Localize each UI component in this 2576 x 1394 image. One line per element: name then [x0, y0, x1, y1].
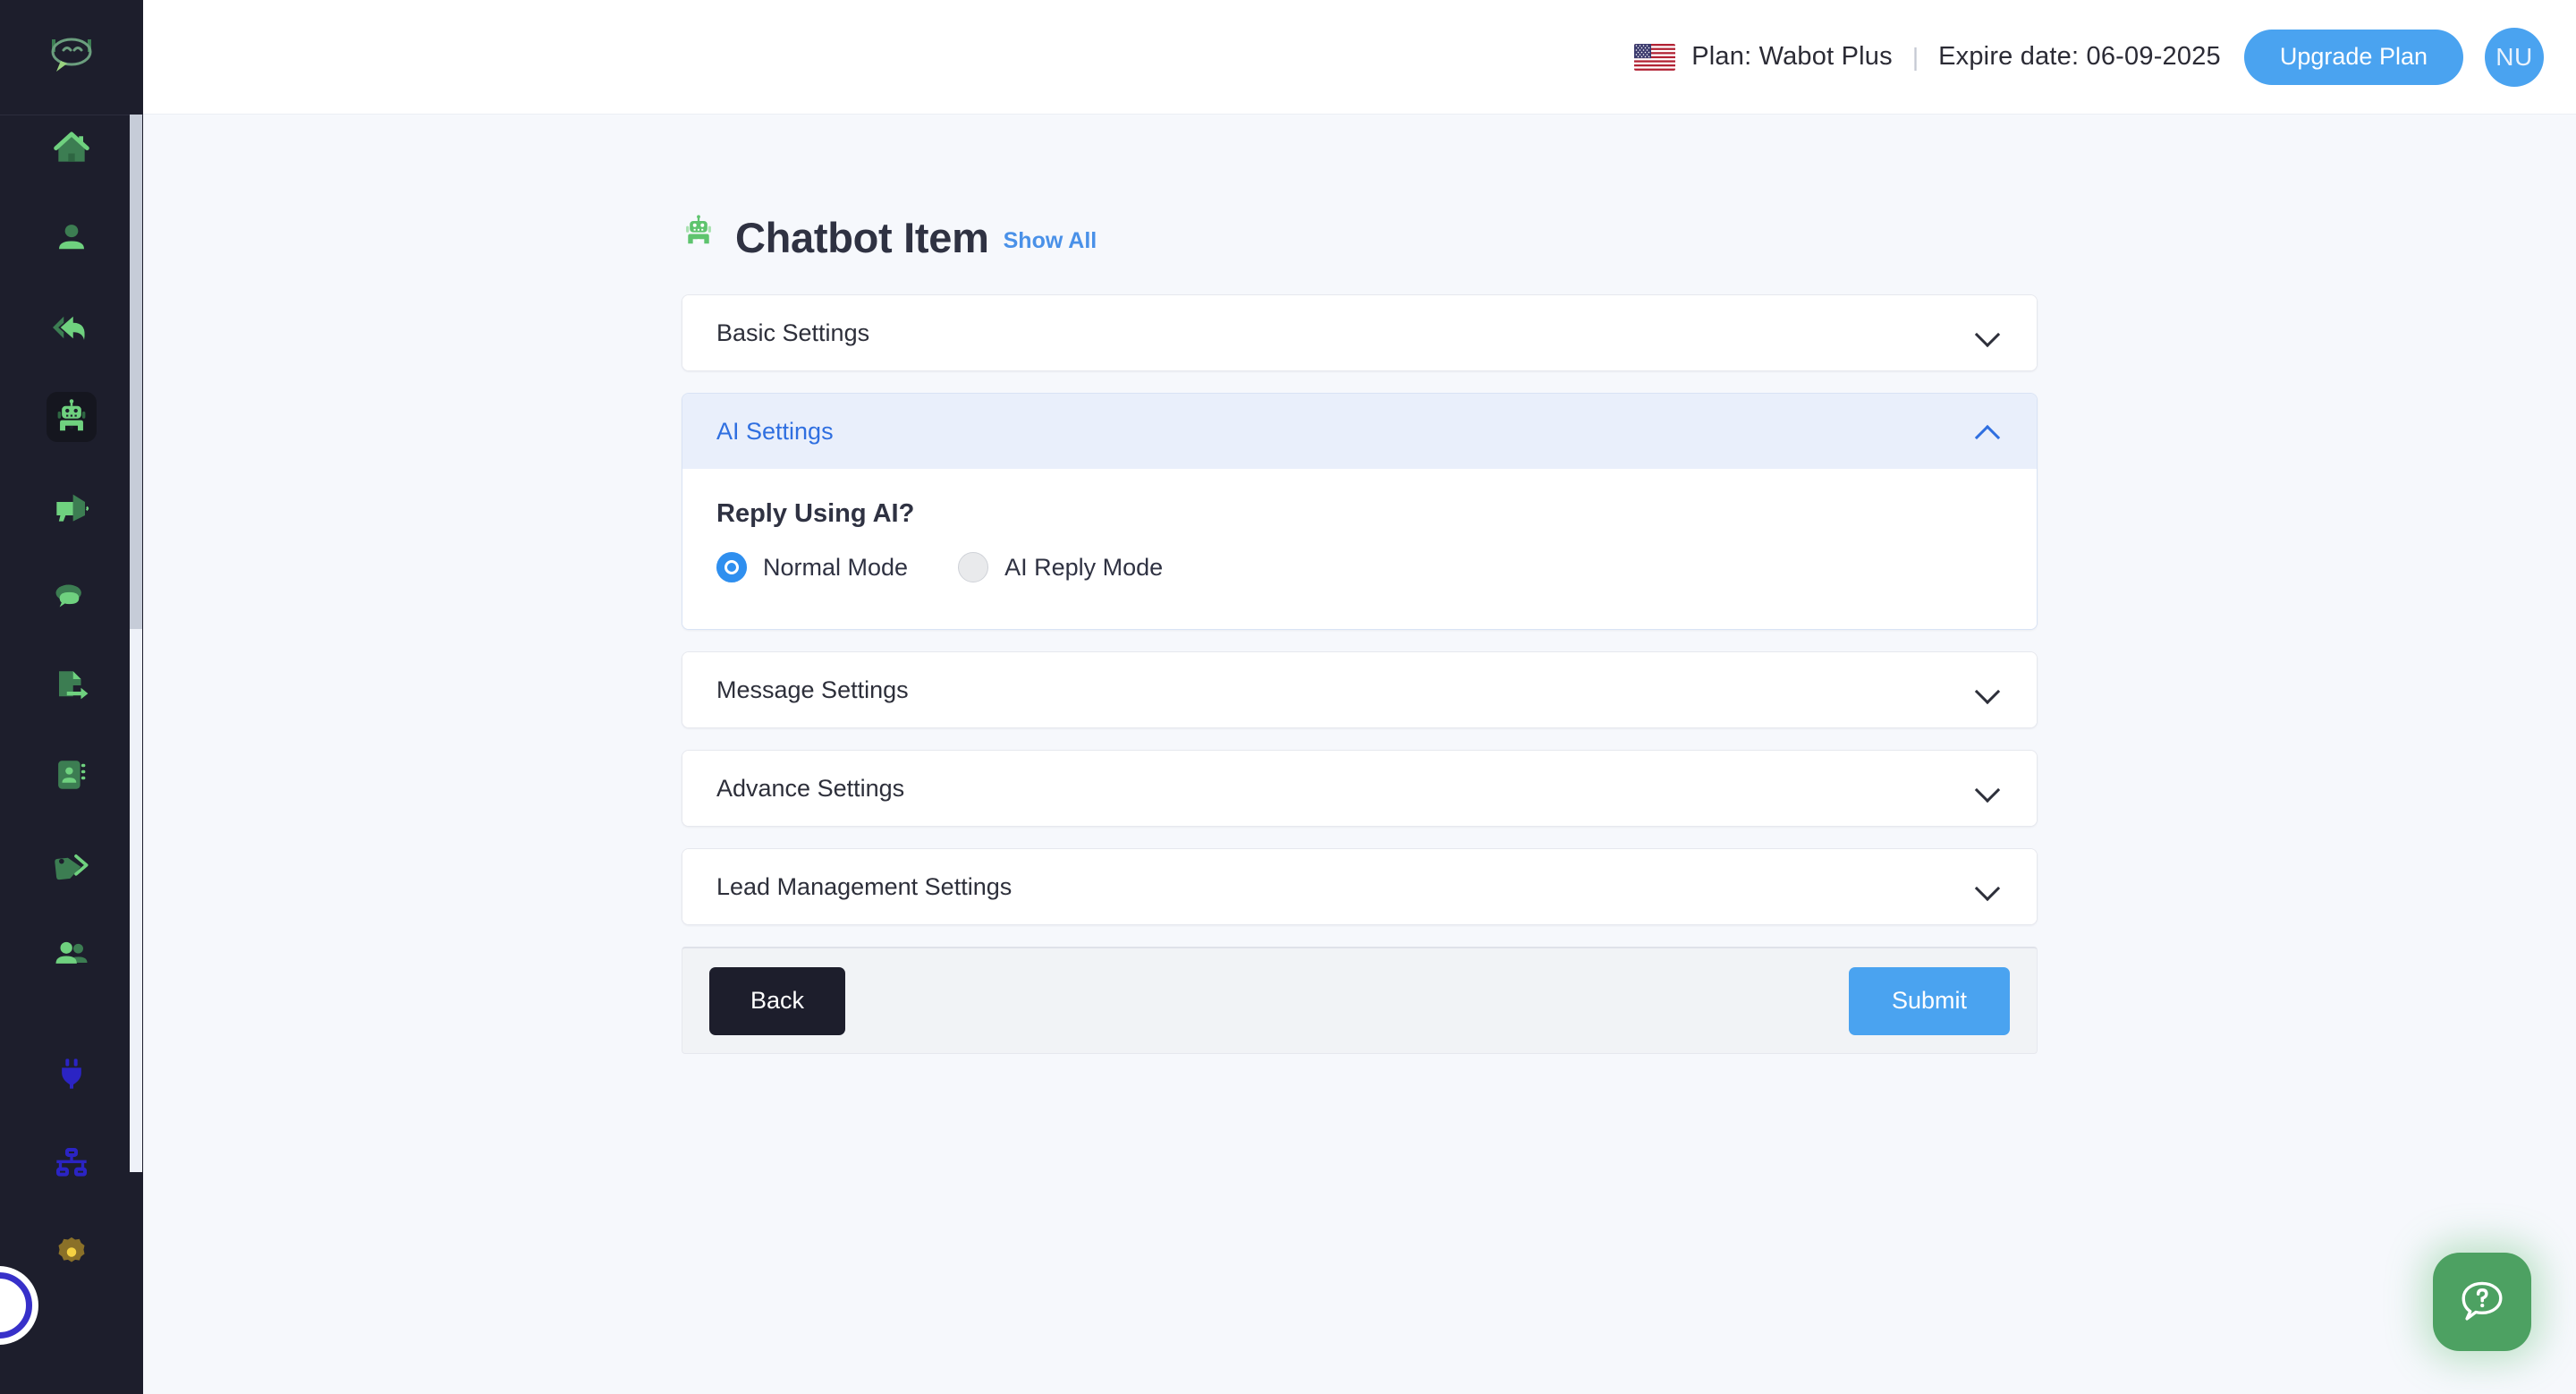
accordion-label: AI Settings: [716, 417, 834, 445]
sidebar-item-chatbot[interactable]: [0, 392, 143, 442]
accordion-ai-settings: AI Settings Reply Using AI? Normal Mode …: [682, 393, 2038, 630]
sidebar-item-profile[interactable]: [0, 213, 143, 263]
accordion-header-ai-settings[interactable]: AI Settings: [682, 394, 2037, 469]
accordion-body-ai-settings: Reply Using AI? Normal Mode AI Reply Mod…: [682, 469, 2037, 629]
sidebar-item-broadcast[interactable]: [0, 481, 143, 531]
contact-book-icon: [47, 750, 97, 800]
avatar[interactable]: NU: [2485, 27, 2544, 87]
users-group-icon: [47, 929, 97, 979]
sidebar-logo[interactable]: [0, 0, 143, 115]
accordion-header-lead-management-settings[interactable]: Lead Management Settings: [682, 849, 2037, 924]
chat-bubble-logo-icon: [51, 38, 92, 72]
reply-arrow-icon: [47, 302, 97, 353]
accordion-lead-management-settings: Lead Management Settings: [682, 848, 2038, 925]
accordion-advance-settings: Advance Settings: [682, 750, 2038, 827]
plug-icon: [47, 1049, 97, 1099]
top-header: Plan: Wabot Plus | Expire date: 06-09-20…: [143, 0, 2576, 115]
sidebar-section-divider: [0, 1018, 143, 1049]
sidebar-item-chats[interactable]: [0, 571, 143, 621]
accordion-header-basic-settings[interactable]: Basic Settings: [682, 295, 2037, 370]
header-separator: |: [1911, 42, 1919, 71]
robot-icon: [47, 392, 97, 442]
main-content: Chatbot Item Show All Basic Settings AI …: [143, 115, 2576, 1394]
chevron-down-icon[interactable]: [1976, 325, 2003, 341]
tags-icon: [47, 839, 97, 889]
accordion-label: Lead Management Settings: [716, 872, 1013, 900]
robot-icon: [682, 213, 716, 255]
sidebar-item-home[interactable]: [0, 123, 143, 174]
radio-option-ai-reply-mode[interactable]: AI Reply Mode: [958, 552, 1163, 582]
chevron-down-icon[interactable]: [1976, 879, 2003, 895]
submit-button[interactable]: Submit: [1848, 966, 2010, 1035]
page-title: Chatbot Item: [735, 214, 989, 261]
radio-dot-selected-icon: [716, 552, 747, 582]
megaphone-icon: [47, 481, 97, 531]
chatbot-item-form: Chatbot Item Show All Basic Settings AI …: [682, 213, 2038, 1054]
chat-bubbles-icon: [47, 571, 97, 621]
sidebar-item-export[interactable]: [0, 660, 143, 710]
reply-using-ai-label: Reply Using AI?: [716, 499, 915, 528]
sidebar-item-settings[interactable]: [0, 1228, 143, 1278]
help-chat-button[interactable]: [2433, 1253, 2531, 1351]
sidebar-item-integrations[interactable]: [0, 1049, 143, 1099]
back-button[interactable]: Back: [709, 966, 846, 1035]
radio-label: AI Reply Mode: [1004, 553, 1164, 581]
expire-date-label: Expire date: 06-09-2025: [1938, 42, 2221, 71]
page-header: Chatbot Item Show All: [682, 213, 2038, 259]
accordion-label: Message Settings: [716, 676, 909, 703]
sidebar-item-flows[interactable]: [0, 1138, 143, 1188]
accordion-basic-settings: Basic Settings: [682, 294, 2038, 371]
sidebar-nav: [0, 115, 143, 1394]
radio-option-normal-mode[interactable]: Normal Mode: [716, 552, 908, 582]
accordion-label: Basic Settings: [716, 319, 870, 346]
accordion-message-settings: Message Settings: [682, 651, 2038, 728]
chevron-up-icon[interactable]: [1976, 423, 2003, 439]
sitemap-icon: [47, 1138, 97, 1188]
show-all-link[interactable]: Show All: [1004, 228, 1097, 254]
sidebar: [0, 0, 143, 1394]
sidebar-scrollbar-track[interactable]: [130, 115, 142, 1172]
plan-label: Plan: Wabot Plus: [1691, 42, 1893, 71]
chevron-down-icon[interactable]: [1976, 682, 2003, 698]
reply-mode-radio-group: Normal Mode AI Reply Mode: [716, 552, 2003, 582]
file-export-icon: [47, 660, 97, 710]
user-icon: [47, 213, 97, 263]
upgrade-plan-button[interactable]: Upgrade Plan: [2243, 29, 2463, 85]
accordion-header-advance-settings[interactable]: Advance Settings: [682, 751, 2037, 826]
sidebar-item-tags[interactable]: [0, 839, 143, 889]
accordion-header-message-settings[interactable]: Message Settings: [682, 652, 2037, 727]
home-icon: [47, 123, 97, 174]
sidebar-item-contacts[interactable]: [0, 750, 143, 800]
form-footer: Back Submit: [682, 947, 2038, 1054]
sidebar-scrollbar-thumb[interactable]: [130, 115, 142, 629]
chevron-down-icon[interactable]: [1976, 780, 2003, 796]
sidebar-item-team[interactable]: [0, 929, 143, 979]
us-flag-icon: [1634, 43, 1676, 71]
question-chat-icon: [2462, 1281, 2503, 1321]
gear-icon: [47, 1228, 97, 1278]
accordion-label: Advance Settings: [716, 774, 905, 802]
radio-label: Normal Mode: [763, 553, 909, 581]
radio-dot-icon: [958, 552, 989, 582]
sidebar-item-auto-reply[interactable]: [0, 302, 143, 353]
